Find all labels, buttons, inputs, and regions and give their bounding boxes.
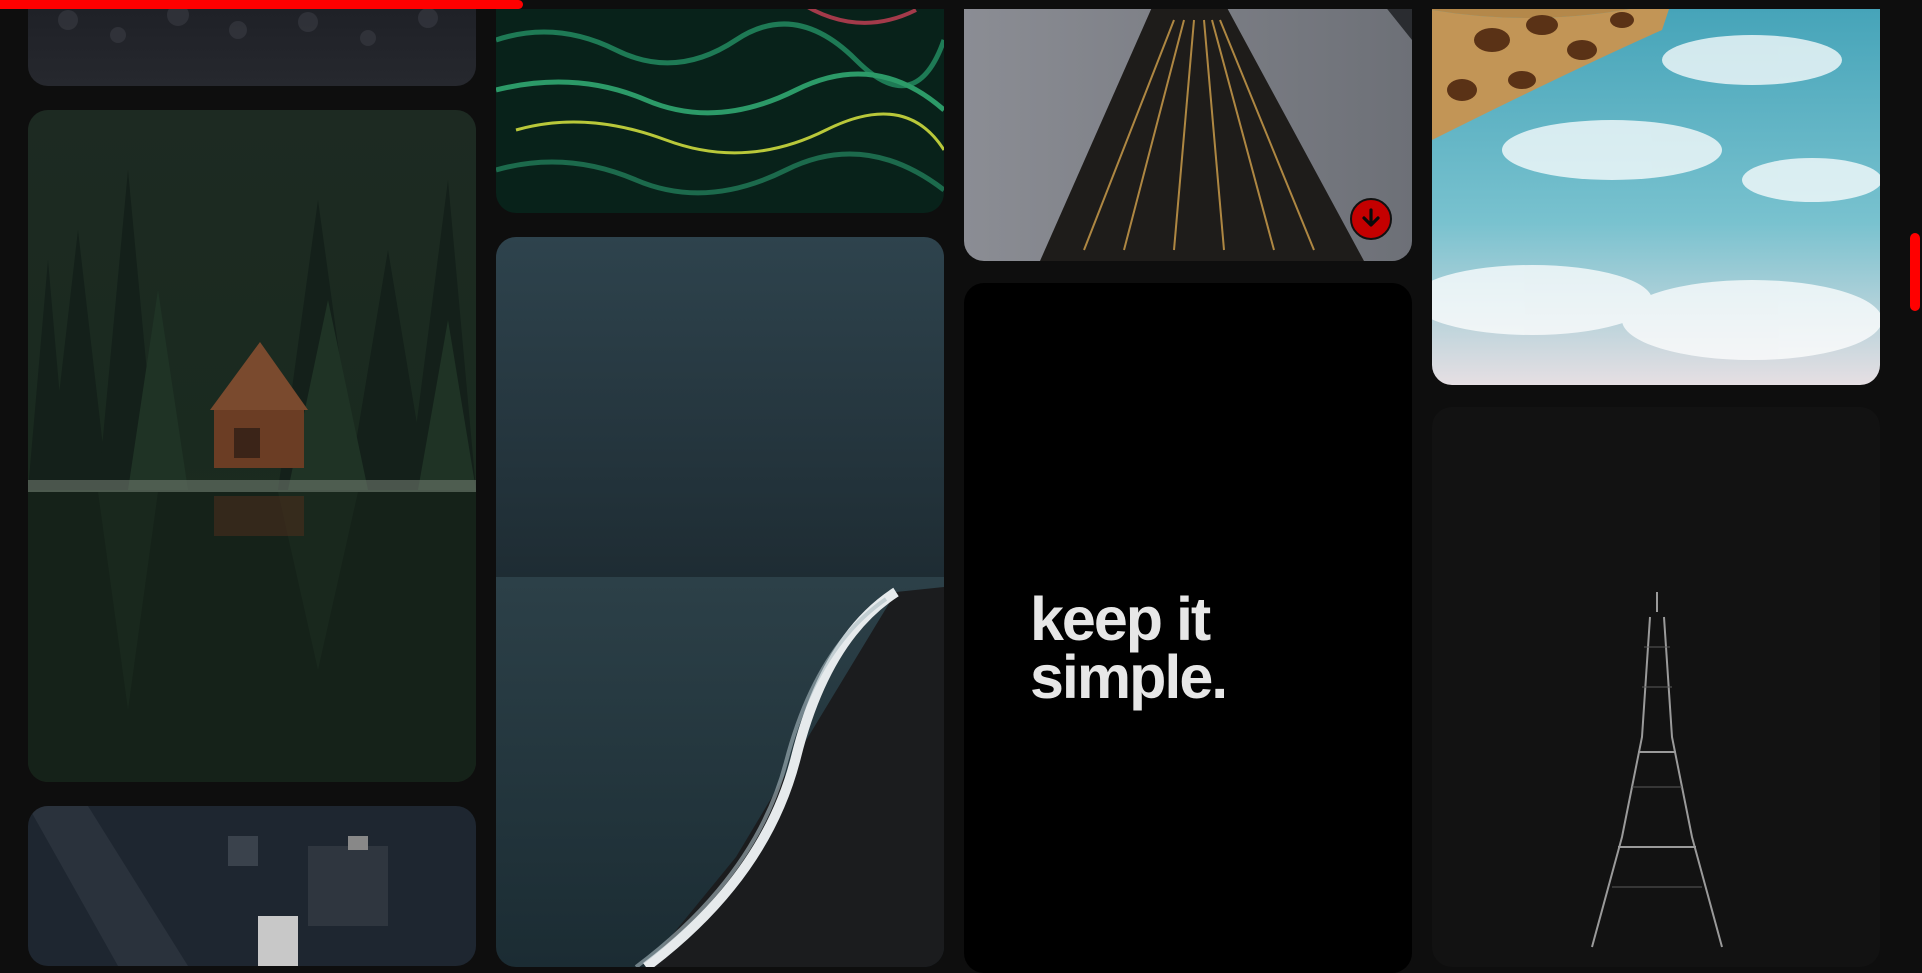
cabin-lake-image	[28, 110, 476, 782]
photo-card-dark-foliage[interactable]	[28, 0, 476, 86]
arrow-down-icon	[1362, 208, 1380, 227]
photo-card-cabin-lake[interactable]	[28, 110, 476, 782]
scrollbar-track[interactable]	[1908, 0, 1922, 937]
scroll-progress-bar	[0, 0, 523, 9]
poster-line-2: simple.	[1030, 643, 1228, 711]
ocean-shore-image	[496, 237, 944, 967]
photo-card-ocean-shore[interactable]	[496, 237, 944, 967]
photo-card-eiffel-tower[interactable]	[1432, 407, 1880, 967]
poster-text: keep it simple.	[1030, 589, 1228, 708]
photo-card-green-water[interactable]	[496, 0, 944, 213]
eiffel-tower-image	[1432, 407, 1880, 967]
city-aerial-image	[28, 806, 476, 966]
skyscraper-image	[964, 0, 1412, 261]
photo-card-skyscraper[interactable]	[964, 0, 1412, 261]
green-water-image	[496, 0, 944, 213]
scrollbar-thumb[interactable]	[1910, 233, 1920, 311]
sky-giraffe-image	[1432, 0, 1880, 385]
photo-card-sky-giraffe[interactable]	[1432, 0, 1880, 385]
foliage-image	[28, 0, 476, 86]
photo-card-city-aerial[interactable]	[28, 806, 476, 966]
download-button[interactable]	[1350, 198, 1392, 240]
